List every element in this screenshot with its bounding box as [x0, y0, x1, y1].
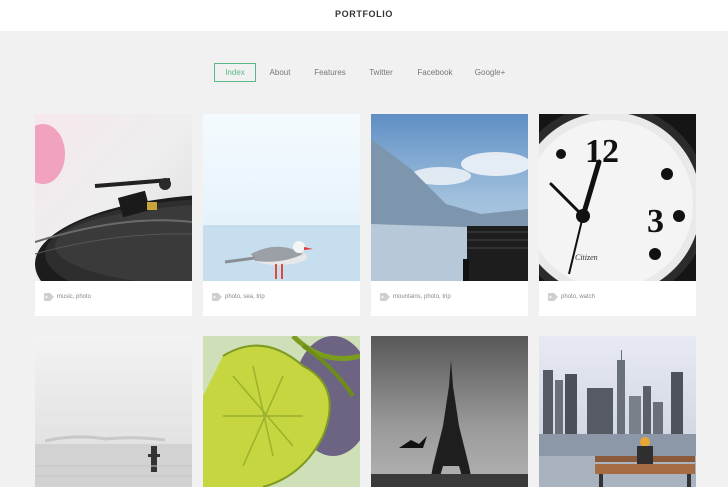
site-title: PORTFOLIO — [335, 9, 393, 19]
tag-icon — [212, 293, 222, 301]
city-skyline-photo[interactable] — [539, 336, 696, 487]
nav-item-features[interactable]: Features — [310, 63, 350, 82]
mountains-lake-photo[interactable] — [371, 114, 528, 281]
card-tags: mountains, photo, trip — [393, 294, 451, 300]
svg-text:Citizen: Citizen — [575, 253, 598, 262]
seagull-photo[interactable] — [203, 114, 360, 281]
portfolio-card[interactable]: photo, sea, trip — [203, 114, 360, 316]
eiffel-tower-photo[interactable] — [371, 336, 528, 487]
svg-text:12: 12 — [585, 133, 619, 170]
main-nav: Index About Features Twitter Facebook Go… — [0, 63, 728, 82]
portfolio-card[interactable]: mountains, photo, trip — [371, 114, 528, 316]
tag-icon — [380, 293, 390, 301]
nav-item-google-plus[interactable]: Google+ — [472, 63, 508, 82]
nav-item-index[interactable]: Index — [214, 63, 256, 82]
turntable-photo[interactable] — [35, 114, 192, 281]
card-tags: photo, sea, trip — [225, 294, 265, 300]
tag-icon — [44, 293, 54, 301]
leaf-photo[interactable] — [203, 336, 360, 487]
top-bar: PORTFOLIO — [0, 0, 728, 31]
nav-item-twitter[interactable]: Twitter — [364, 63, 398, 82]
portfolio-card[interactable] — [371, 336, 528, 487]
clock-photo[interactable]: 12 3 Citizen — [539, 114, 696, 281]
tag-icon — [548, 293, 558, 301]
card-tags: photo, watch — [561, 294, 596, 300]
portfolio-card[interactable]: music, photo — [35, 114, 192, 316]
nav-item-about[interactable]: About — [264, 63, 296, 82]
portfolio-card[interactable]: 12 3 Citizen photo, watch — [539, 114, 696, 316]
portfolio-card[interactable] — [539, 336, 696, 487]
card-tags: music, photo — [57, 294, 92, 300]
svg-text:3: 3 — [647, 203, 664, 240]
foggy-sea-photo[interactable] — [35, 336, 192, 487]
portfolio-card[interactable] — [203, 336, 360, 487]
portfolio-card[interactable] — [35, 336, 192, 487]
nav-item-facebook[interactable]: Facebook — [413, 63, 457, 82]
